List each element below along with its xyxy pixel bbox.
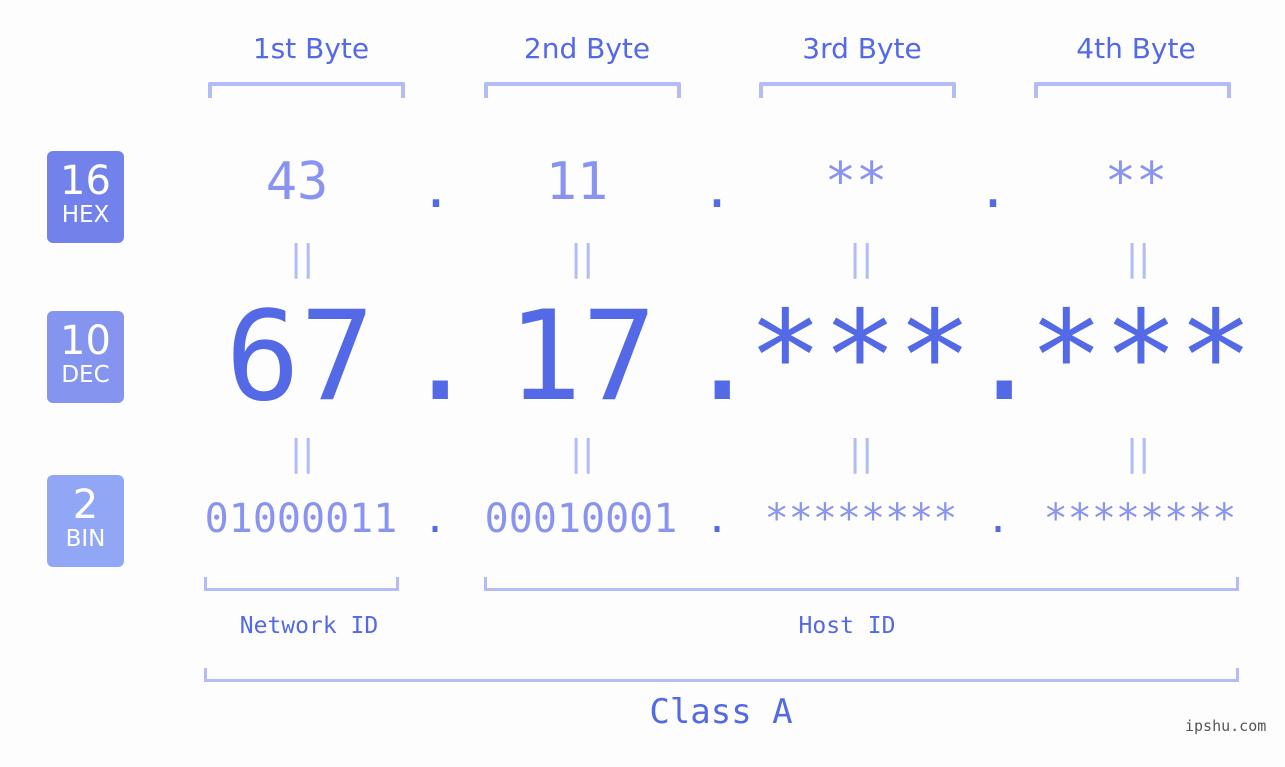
equals-sign: || (290, 238, 315, 279)
equals-sign: || (849, 433, 874, 474)
byte-bracket-4 (1034, 82, 1231, 98)
byte-header-4: 4th Byte (1076, 32, 1196, 65)
byte-header-1: 1st Byte (252, 32, 370, 65)
dec-badge: 10 DEC (47, 311, 124, 403)
hex-byte-4: ** (1104, 152, 1168, 212)
bin-byte-3: ******** (764, 496, 958, 542)
class-label: Class A (649, 692, 793, 732)
byte-header-3: 3rd Byte (802, 32, 922, 65)
bin-separator: . (985, 496, 1011, 542)
byte-bracket-3 (759, 82, 956, 98)
hex-byte-2: 11 (545, 152, 609, 212)
dec-byte-1: 67 (225, 285, 375, 429)
equals-sign: || (849, 238, 874, 279)
equals-sign: || (1126, 238, 1151, 279)
equals-sign: || (290, 433, 315, 474)
equals-sign: || (1126, 433, 1151, 474)
byte-bracket-2 (484, 82, 681, 98)
network-id-label: Network ID (239, 613, 379, 639)
dec-byte-4: *** (1029, 285, 1253, 429)
host-id-bracket (484, 577, 1239, 591)
bin-byte-2: 00010001 (484, 496, 678, 542)
dec-badge-label: DEC (61, 362, 110, 388)
dec-badge-number: 10 (60, 318, 111, 364)
network-id-bracket (204, 577, 399, 591)
hex-byte-1: 43 (265, 152, 329, 212)
class-bracket (204, 668, 1239, 682)
byte-header-2: 2nd Byte (523, 32, 651, 65)
bin-byte-4: ******** (1043, 496, 1237, 542)
dec-byte-2: 17 (507, 285, 657, 429)
hex-separator: . (977, 160, 1009, 220)
bin-byte-1: 01000011 (204, 496, 398, 542)
dec-separator: . (403, 285, 478, 429)
hex-badge-number: 16 (60, 158, 111, 204)
dec-separator: . (685, 285, 760, 429)
byte-bracket-1 (208, 82, 405, 98)
hex-badge-label: HEX (61, 202, 110, 228)
hex-separator: . (420, 160, 452, 220)
dec-separator: . (967, 285, 1042, 429)
hex-byte-3: ** (824, 152, 888, 212)
equals-sign: || (570, 238, 595, 279)
hex-separator: . (701, 160, 733, 220)
bin-separator: . (704, 496, 730, 542)
host-id-label: Host ID (798, 613, 896, 639)
dec-byte-3: *** (748, 285, 972, 429)
equals-sign: || (570, 433, 595, 474)
bin-separator: . (422, 496, 448, 542)
watermark: ipshu.com (1185, 717, 1267, 735)
hex-badge: 16 HEX (47, 151, 124, 243)
bin-badge-number: 2 (72, 482, 99, 528)
bin-badge: 2 BIN (47, 475, 124, 567)
bin-badge-label: BIN (65, 526, 106, 552)
